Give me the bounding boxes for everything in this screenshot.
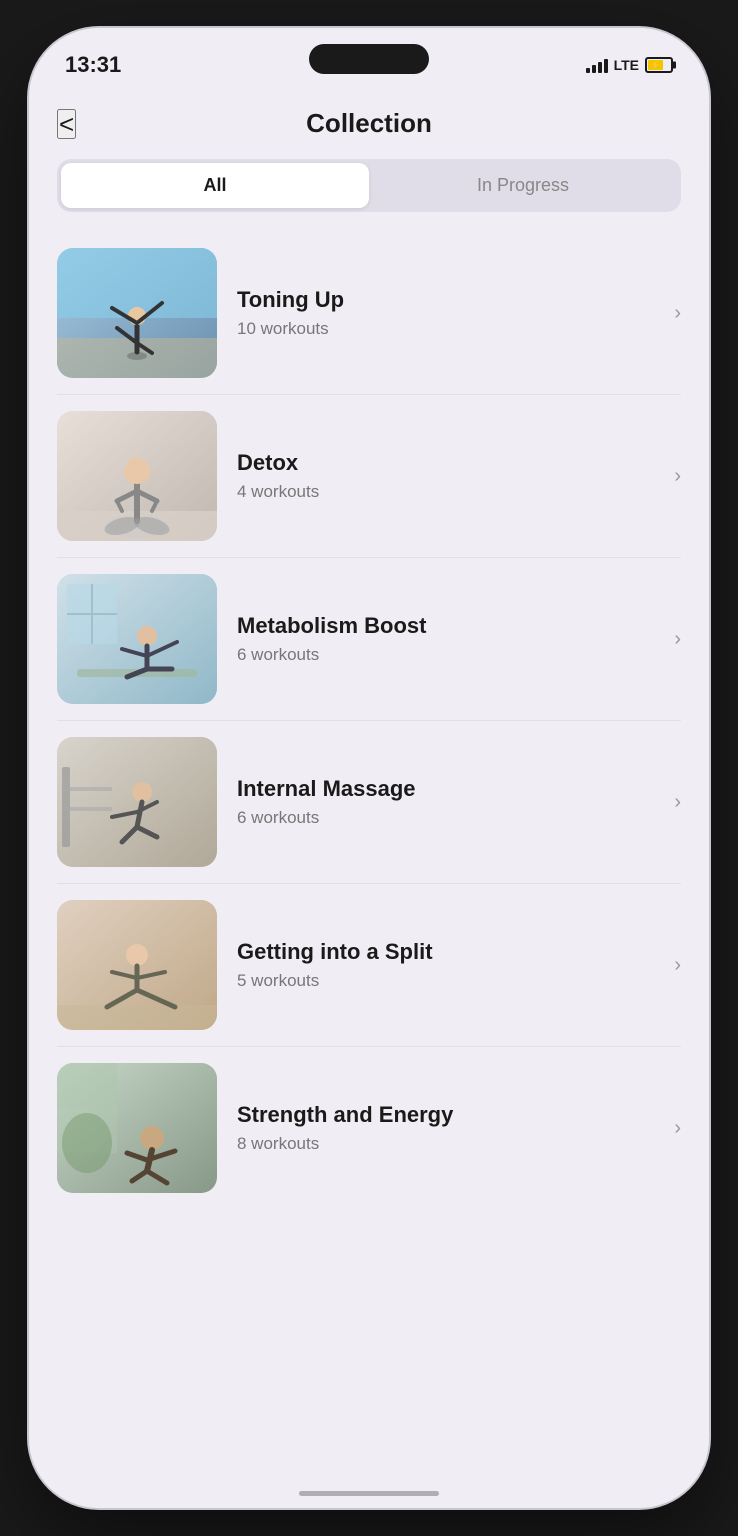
screen: < Collection All In Progress bbox=[29, 88, 709, 1508]
list-item[interactable]: Getting into a Split 5 workouts › bbox=[57, 884, 681, 1047]
collection-name: Toning Up bbox=[237, 287, 654, 313]
collection-info: Getting into a Split 5 workouts bbox=[237, 939, 654, 991]
chevron-right-icon: › bbox=[674, 628, 681, 651]
status-time: 13:31 bbox=[65, 52, 121, 78]
lte-label: LTE bbox=[614, 57, 639, 73]
collection-thumbnail bbox=[57, 411, 217, 541]
home-indicator bbox=[299, 1491, 439, 1496]
header: < Collection bbox=[29, 88, 709, 155]
collection-info: Strength and Energy 8 workouts bbox=[237, 1102, 654, 1154]
chevron-right-icon: › bbox=[674, 465, 681, 488]
collection-count: 5 workouts bbox=[237, 971, 654, 991]
dynamic-island bbox=[309, 44, 429, 74]
tab-bar: All In Progress bbox=[57, 159, 681, 212]
chevron-right-icon: › bbox=[674, 1117, 681, 1140]
phone-frame: 13:31 LTE ⚡ < Collection All bbox=[29, 28, 709, 1508]
battery-icon: ⚡ bbox=[645, 57, 673, 73]
collection-thumbnail bbox=[57, 900, 217, 1030]
collection-count: 6 workouts bbox=[237, 808, 654, 828]
collection-name: Detox bbox=[237, 450, 654, 476]
tab-all[interactable]: All bbox=[61, 163, 369, 208]
collection-name: Metabolism Boost bbox=[237, 613, 654, 639]
list-item[interactable]: Detox 4 workouts › bbox=[57, 395, 681, 558]
collection-info: Toning Up 10 workouts bbox=[237, 287, 654, 339]
chevron-right-icon: › bbox=[674, 791, 681, 814]
collection-name: Strength and Energy bbox=[237, 1102, 654, 1128]
collection-name: Getting into a Split bbox=[237, 939, 654, 965]
chevron-right-icon: › bbox=[674, 954, 681, 977]
signal-icon bbox=[586, 57, 608, 73]
collection-count: 4 workouts bbox=[237, 482, 654, 502]
collection-count: 10 workouts bbox=[237, 319, 654, 339]
chevron-right-icon: › bbox=[674, 302, 681, 325]
collection-info: Detox 4 workouts bbox=[237, 450, 654, 502]
collection-info: Metabolism Boost 6 workouts bbox=[237, 613, 654, 665]
list-item[interactable]: Toning Up 10 workouts › bbox=[57, 232, 681, 395]
collection-thumbnail bbox=[57, 737, 217, 867]
collection-list: Toning Up 10 workouts › bbox=[29, 232, 709, 1209]
back-button[interactable]: < bbox=[57, 109, 76, 139]
collection-thumbnail bbox=[57, 248, 217, 378]
collection-info: Internal Massage 6 workouts bbox=[237, 776, 654, 828]
list-item[interactable]: Metabolism Boost 6 workouts › bbox=[57, 558, 681, 721]
page-title: Collection bbox=[57, 108, 681, 139]
collection-thumbnail bbox=[57, 1063, 217, 1193]
collection-count: 8 workouts bbox=[237, 1134, 654, 1154]
collection-thumbnail bbox=[57, 574, 217, 704]
list-item[interactable]: Strength and Energy 8 workouts › bbox=[57, 1047, 681, 1209]
list-item[interactable]: Internal Massage 6 workouts › bbox=[57, 721, 681, 884]
status-right: LTE ⚡ bbox=[586, 57, 673, 73]
collection-name: Internal Massage bbox=[237, 776, 654, 802]
collection-count: 6 workouts bbox=[237, 645, 654, 665]
tab-in-progress[interactable]: In Progress bbox=[369, 163, 677, 208]
